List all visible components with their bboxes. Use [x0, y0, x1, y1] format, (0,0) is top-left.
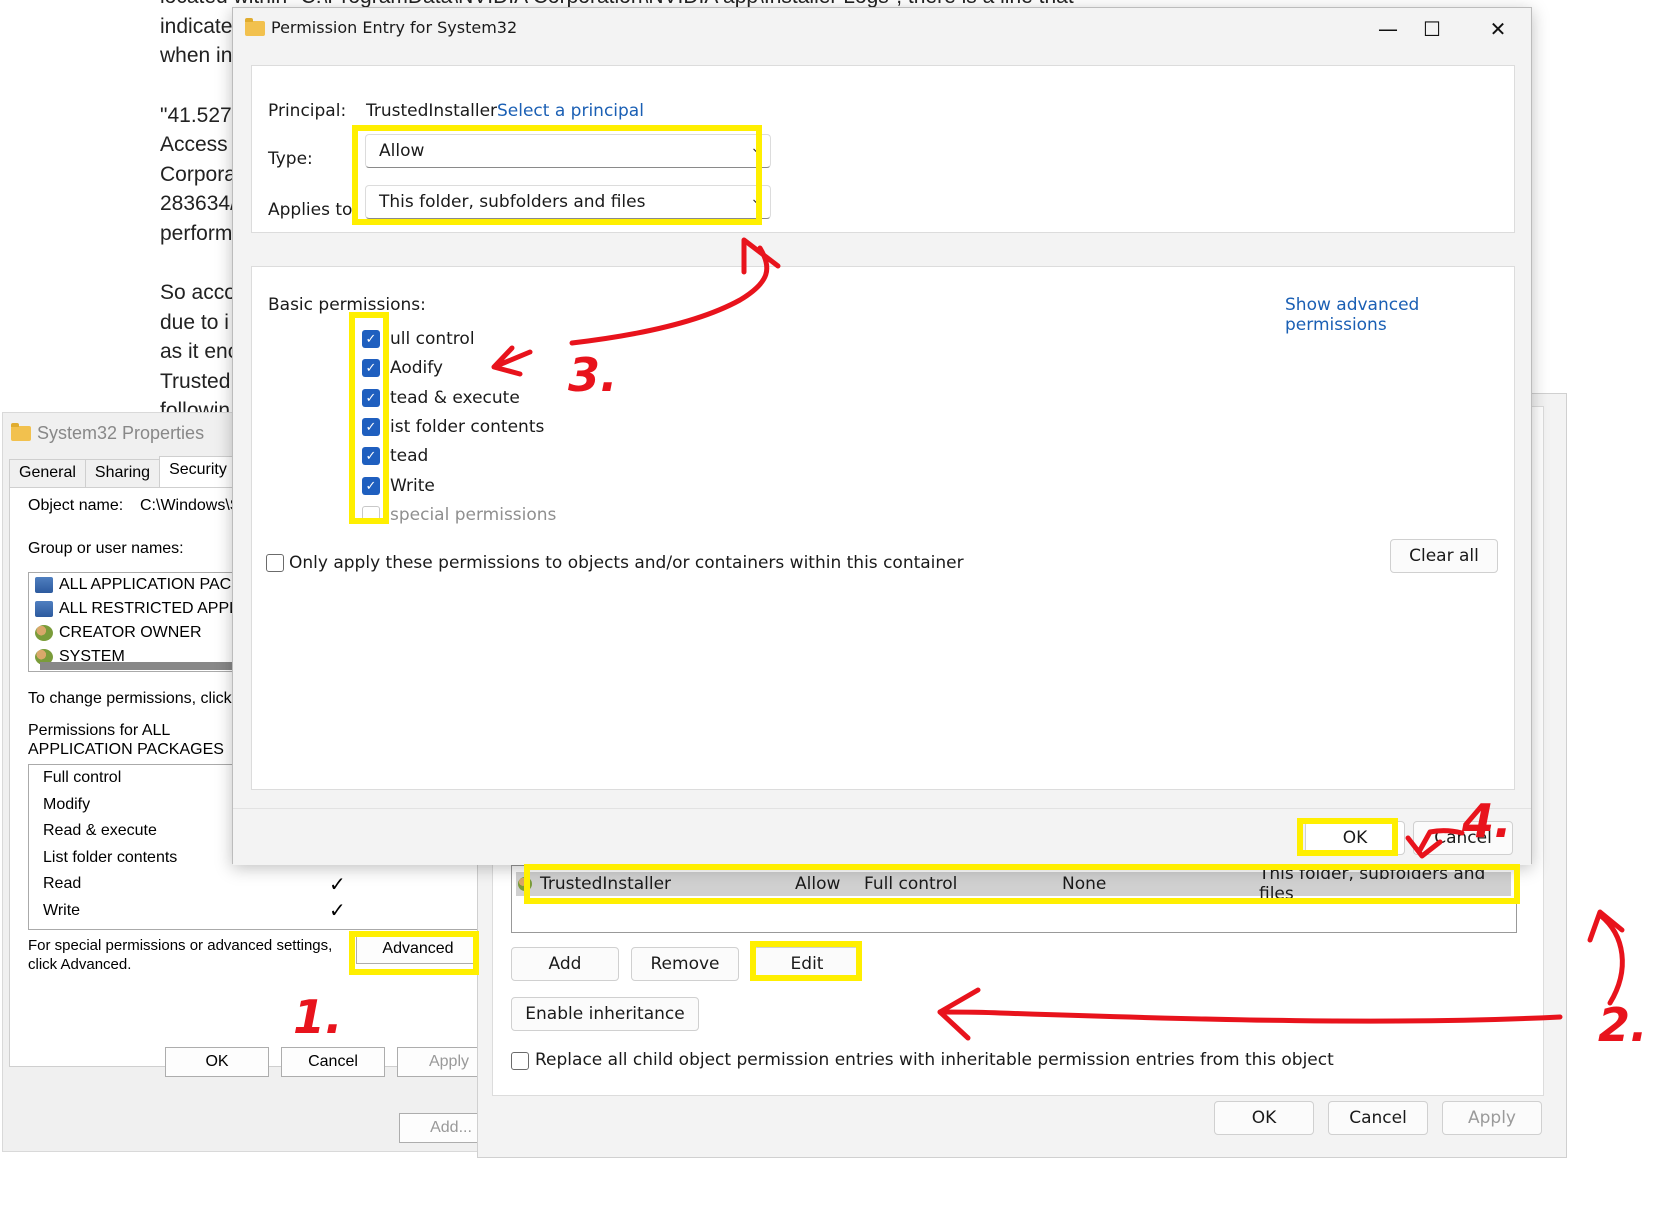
permissions-for-label-2: APPLICATION PACKAGES [28, 741, 224, 758]
select-principal-link[interactable]: Select a principal [497, 101, 644, 121]
permission-read[interactable]: ✓ tead [362, 441, 428, 471]
principal-section: Principal: TrustedInstaller Select a pri… [251, 65, 1515, 233]
properties-title: System32 Properties [37, 422, 205, 443]
dialog-footer: OK Cancel [233, 808, 1531, 865]
ok-button[interactable]: OK [1214, 1101, 1314, 1135]
arrow-step2-up-head [1587, 909, 1625, 943]
special-permissions-hint-2: click Advanced. [28, 956, 132, 973]
arrow-step2-up [1597, 912, 1625, 1006]
properties-titlebar: System32 Properties [11, 421, 204, 445]
permission-special: special permissions [362, 500, 556, 530]
entry-inherited: None [1062, 874, 1107, 894]
permission-full-control[interactable]: ✓ ull control [362, 324, 475, 354]
package-icon [35, 577, 53, 593]
only-apply-checkbox[interactable] [266, 554, 284, 572]
annotation-step2: 2. [1598, 998, 1648, 1052]
edit-entry-button[interactable]: Edit [753, 947, 861, 981]
permissions-for-label: Permissions for ALL [28, 722, 171, 739]
remove-entry-button[interactable]: Remove [631, 947, 739, 981]
annotation-step3: 3. [568, 348, 618, 402]
entry-access: Full control [864, 874, 958, 894]
checkbox-checked-icon[interactable]: ✓ [362, 330, 380, 348]
list-item: Read ✓ [43, 873, 346, 896]
basic-permissions-section: Basic permissions: Show advanced permiss… [251, 266, 1515, 790]
change-permissions-hint: To change permissions, click Ed [28, 690, 256, 707]
checkbox-checked-icon[interactable]: ✓ [362, 389, 380, 407]
checkbox-checked-icon[interactable]: ✓ [362, 359, 380, 377]
chevron-down-icon: ⌄ [750, 140, 762, 156]
permission-write[interactable]: ✓ Write [362, 471, 435, 501]
applies-to-select[interactable]: This folder, subfolders and files ⌄ [365, 185, 771, 219]
properties-tabs: General Sharing Security P [9, 456, 267, 487]
permission-read-execute[interactable]: ✓ tead & execute [362, 383, 520, 413]
user-icon [518, 877, 532, 891]
annotation-step1: 1. [293, 990, 343, 1044]
folder-icon [11, 422, 31, 441]
clear-all-button[interactable]: Clear all [1390, 539, 1498, 573]
chevron-down-icon: ⌄ [750, 191, 762, 207]
type-select-value: Allow [379, 141, 425, 161]
annotation-step4: 4. [1462, 794, 1512, 848]
package-icon [35, 601, 53, 617]
applies-to-select-value: This folder, subfolders and files [379, 192, 646, 212]
type-label: Type: [268, 149, 313, 169]
type-select[interactable]: Allow ⌄ [365, 134, 771, 168]
entry-type: Allow [795, 874, 841, 894]
permission-entry-dialog: Permission Entry for System32 — ☐ ✕ Prin… [232, 7, 1532, 865]
entry-applies-to: This folder, subfolders and files [1259, 864, 1486, 904]
checkbox-checked-icon[interactable]: ✓ [362, 477, 380, 495]
tab-general[interactable]: General [9, 459, 86, 487]
group-names-label: Group or user names: [28, 540, 184, 557]
permission-modify[interactable]: ✓ Aodify [362, 353, 443, 383]
permission-list-folder[interactable]: ✓ ist folder contents [362, 412, 544, 442]
only-apply-label: Only apply these permissions to objects … [289, 553, 964, 573]
tab-sharing[interactable]: Sharing [84, 459, 161, 487]
maximize-icon[interactable]: ☐ [1409, 14, 1455, 44]
list-item: Write ✓ [43, 900, 346, 923]
principal-value: TrustedInstaller [366, 101, 498, 121]
advanced-button[interactable]: Advanced [356, 934, 480, 964]
ok-button[interactable]: OK [165, 1047, 269, 1077]
basic-permissions-label: Basic permissions: [268, 295, 426, 315]
checkbox-checked-icon[interactable]: ✓ [362, 418, 380, 436]
replace-child-label: Replace all child object permission entr… [535, 1050, 1334, 1070]
check-icon: ✓ [329, 900, 346, 923]
table-row[interactable]: TrustedInstaller Allow Full control None… [516, 864, 1511, 904]
apply-button[interactable]: Apply [1442, 1101, 1542, 1135]
folder-icon [245, 18, 265, 36]
show-advanced-permissions-link[interactable]: Show advanced permissions [1285, 295, 1514, 335]
cancel-button[interactable]: Cancel [1328, 1101, 1428, 1135]
permission-entries-list[interactable]: TrustedInstaller Allow Full control None… [511, 864, 1517, 933]
dialog-titlebar: Permission Entry for System32 — ☐ ✕ [233, 8, 1531, 48]
check-icon: ✓ [329, 873, 346, 896]
cancel-button[interactable]: Cancel [281, 1047, 385, 1077]
checkbox-checked-icon[interactable]: ✓ [362, 447, 380, 465]
close-icon[interactable]: ✕ [1475, 14, 1521, 44]
add-entry-button[interactable]: Add [511, 947, 619, 981]
checkbox-unchecked-icon [362, 506, 380, 524]
tab-security[interactable]: Security [159, 456, 237, 487]
users-icon [35, 625, 53, 641]
replace-child-checkbox[interactable] [511, 1052, 529, 1070]
ok-button[interactable]: OK [1305, 821, 1405, 855]
entry-principal: TrustedInstaller [540, 874, 672, 894]
enable-inheritance-button[interactable]: Enable inheritance [511, 997, 699, 1031]
object-name-label: Object name: [28, 497, 124, 514]
dialog-title: Permission Entry for System32 [271, 18, 518, 37]
applies-to-label: Applies to: [268, 200, 359, 220]
minimize-icon[interactable]: — [1365, 14, 1411, 44]
principal-label: Principal: [268, 101, 347, 121]
special-permissions-hint: For special permissions or advanced sett… [28, 937, 333, 954]
